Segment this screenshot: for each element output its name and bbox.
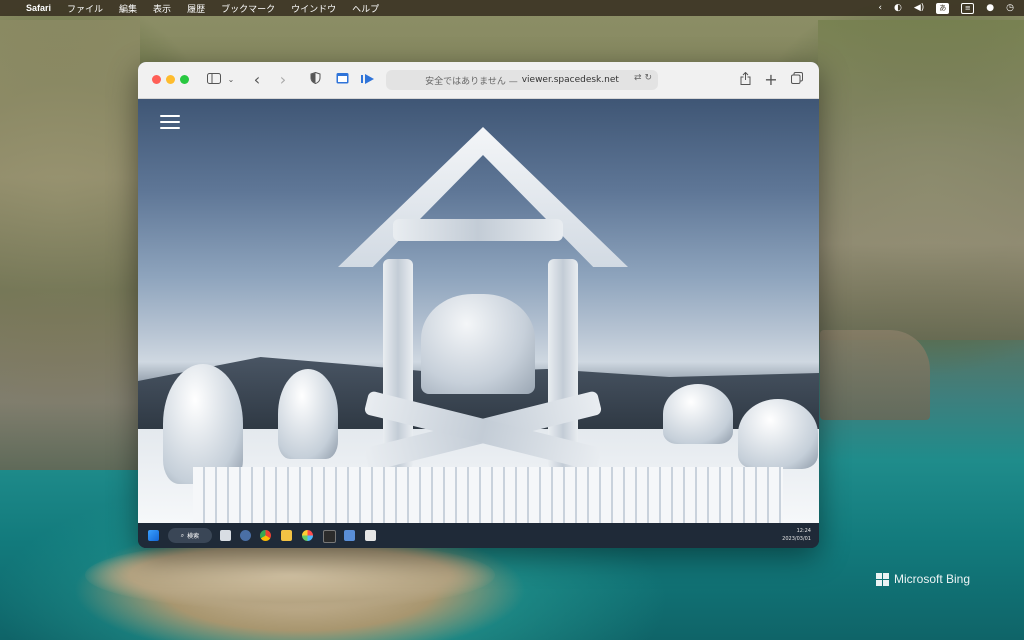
forward-button[interactable]: › xyxy=(276,72,290,88)
url-text: viewer.spacedesk.net xyxy=(521,75,619,85)
bing-watermark-text: Microsoft Bing xyxy=(894,572,971,586)
bing-watermark: Microsoft Bing xyxy=(876,572,970,586)
back-button[interactable]: ‹ xyxy=(250,72,264,88)
windows-start-icon[interactable] xyxy=(148,530,159,541)
settings-gear-icon[interactable] xyxy=(240,530,251,541)
volume-icon[interactable]: ◀) xyxy=(914,3,924,13)
store-app-icon[interactable] xyxy=(344,530,355,541)
taskbar-date: 2023/03/01 xyxy=(782,536,811,542)
wallpaper-cliff-left xyxy=(0,20,140,470)
tabs-overview-icon[interactable] xyxy=(790,72,804,88)
spacedesk-app-icon[interactable] xyxy=(365,530,376,541)
windows-taskbar: ⌕ 検索 12:24 2023/03/01 xyxy=(138,523,819,548)
scene-snow-fence xyxy=(193,467,783,523)
extension-play-icon[interactable] xyxy=(360,72,376,88)
web-content-remote-desktop[interactable] xyxy=(138,99,819,523)
search-icon: ⌕ xyxy=(180,531,185,539)
minimize-button[interactable] xyxy=(166,75,175,84)
translate-reload-icons[interactable]: ⇄ ↻ xyxy=(634,73,652,83)
microsoft-logo-icon xyxy=(876,572,889,586)
taskbar-clock[interactable]: 12:24 2023/03/01 xyxy=(782,527,811,543)
photos-app-icon[interactable] xyxy=(302,530,313,541)
extension-calendar-icon[interactable] xyxy=(334,72,350,88)
wallpaper-cliff-right xyxy=(818,20,1024,340)
browser-toolbar: ⌄ ‹ › 安全ではありません — viewer.spacedesk.net ⇄… xyxy=(138,62,819,99)
taskbar-time: 12:24 xyxy=(796,528,811,534)
menu-item-window[interactable]: ウインドウ xyxy=(291,2,336,15)
share-icon[interactable] xyxy=(738,71,752,88)
scene-snow-tree xyxy=(278,369,338,459)
taskbar-search[interactable]: ⌕ 検索 xyxy=(168,528,212,543)
sidebar-icon[interactable] xyxy=(206,72,222,88)
control-center-icon[interactable]: ≡ xyxy=(961,2,975,14)
display-icon[interactable]: ◐ xyxy=(894,3,902,13)
menu-item-help[interactable]: ヘルプ xyxy=(352,2,379,15)
menu-item-bookmarks[interactable]: ブックマーク xyxy=(221,2,275,15)
new-tab-button[interactable]: + xyxy=(764,72,778,88)
wallpaper-rocks xyxy=(85,540,495,610)
menu-bar: Safari ファイル 編集 表示 履歴 ブックマーク ウインドウ ヘルプ ‹ … xyxy=(0,0,1024,16)
taskbar-search-label: 検索 xyxy=(187,533,200,540)
file-explorer-icon[interactable] xyxy=(281,530,292,541)
menu-item-history[interactable]: 履歴 xyxy=(187,2,205,15)
task-view-icon[interactable] xyxy=(220,530,231,541)
chevron-down-icon[interactable]: ⌄ xyxy=(226,72,236,88)
scene-tower-crossbeam xyxy=(393,219,563,241)
url-security-warning: 安全ではありません — xyxy=(425,76,518,87)
menu-item-file[interactable]: ファイル xyxy=(67,2,103,15)
chevron-left-icon[interactable]: ‹ xyxy=(878,3,882,13)
scene-snow-tree xyxy=(738,399,818,469)
wallpaper-bridge xyxy=(820,330,930,420)
menu-item-view[interactable]: 表示 xyxy=(153,2,171,15)
scene-snow-tree xyxy=(663,384,733,444)
siri-icon[interactable]: ● xyxy=(986,3,994,13)
shield-icon[interactable] xyxy=(308,71,322,88)
scene-snow-tree xyxy=(163,364,243,484)
input-method-icon[interactable]: あ xyxy=(936,2,950,14)
clock-icon[interactable]: ◷ xyxy=(1006,3,1014,13)
terminal-icon[interactable] xyxy=(323,530,336,543)
menu-item-edit[interactable]: 編集 xyxy=(119,2,137,15)
menu-app-name[interactable]: Safari xyxy=(26,3,51,13)
safari-window: ⌄ ‹ › 安全ではありません — viewer.spacedesk.net ⇄… xyxy=(138,62,819,548)
hamburger-menu-icon[interactable] xyxy=(160,115,180,129)
address-bar[interactable]: 安全ではありません — viewer.spacedesk.net ⇄ ↻ xyxy=(386,70,658,90)
scene-bell xyxy=(421,294,535,394)
close-button[interactable] xyxy=(152,75,161,84)
scene-bell-tower-roof xyxy=(338,127,628,267)
chrome-icon[interactable] xyxy=(260,530,271,541)
zoom-button[interactable] xyxy=(180,75,189,84)
